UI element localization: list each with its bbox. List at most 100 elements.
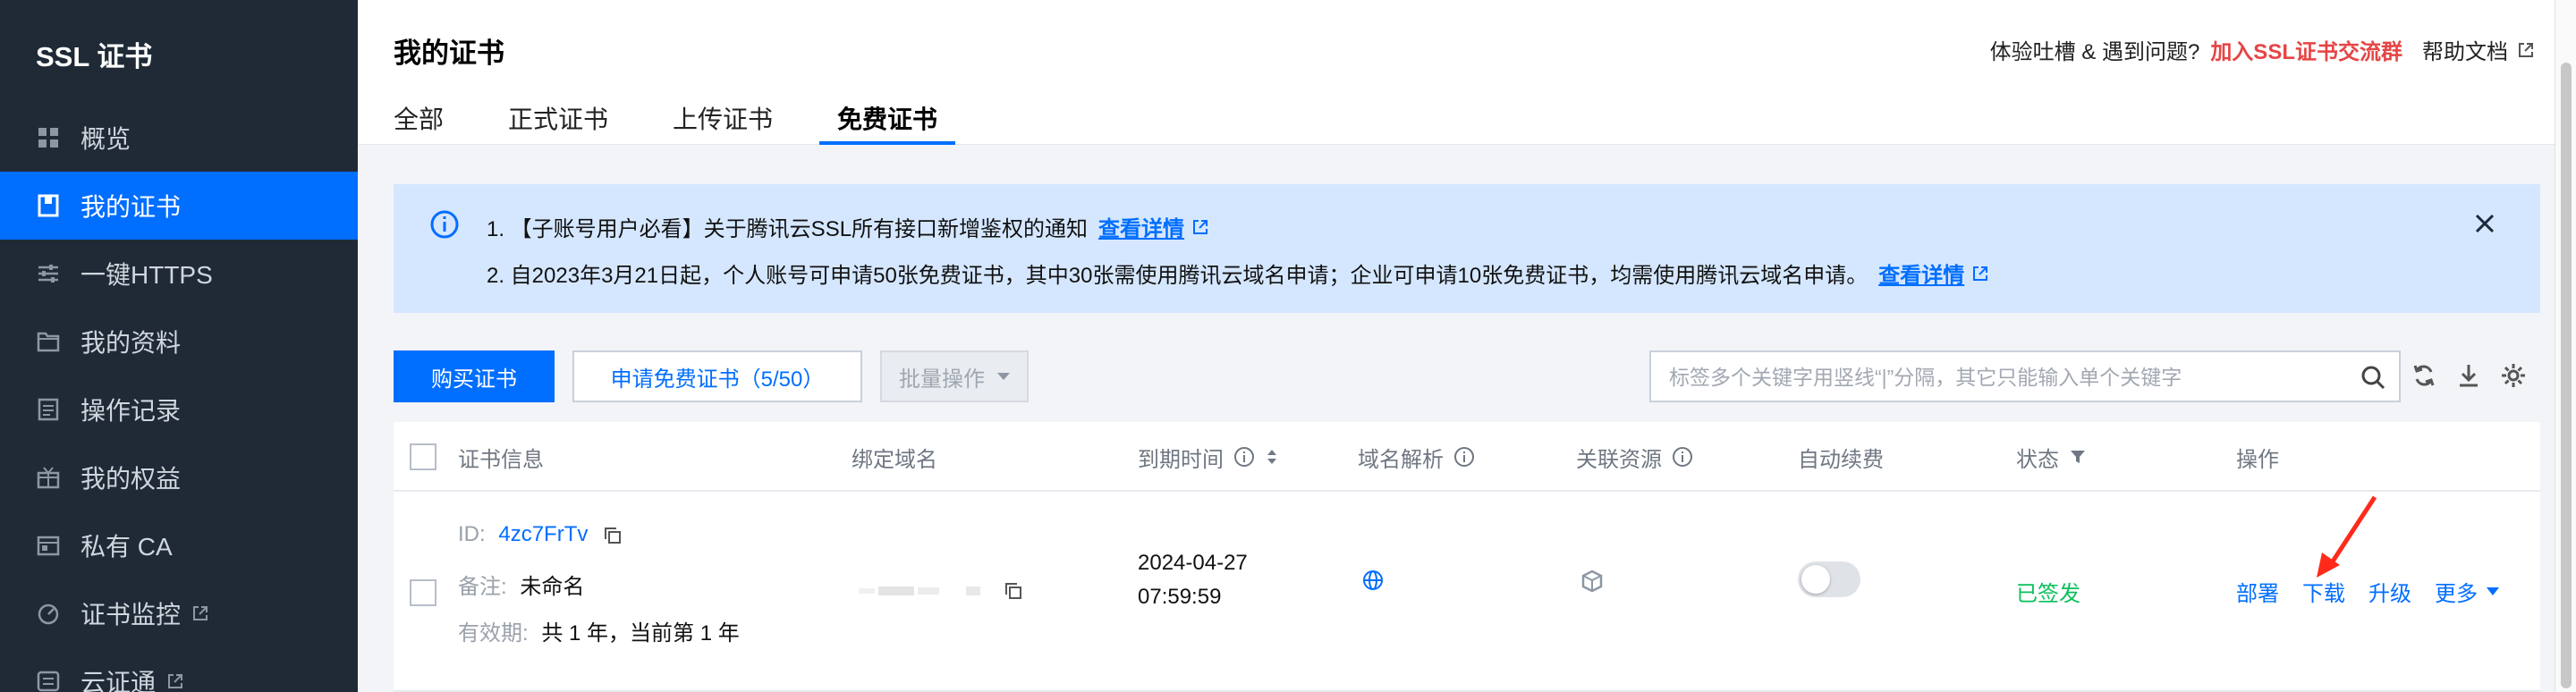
- notice-detail-link-1[interactable]: 查看详情: [1098, 211, 1209, 242]
- sidebar-item-label: 我的证书: [80, 193, 182, 221]
- refresh-icon[interactable]: [2410, 361, 2438, 390]
- notice-line-1: 1. 【子账号用户必看】关于腾讯云SSL所有接口新增鉴权的通知 查看详情: [487, 211, 1209, 242]
- expire-date: 2024-04-27: [1138, 551, 1248, 575]
- sidebar-item-certificate-monitor[interactable]: 证书监控: [0, 579, 358, 647]
- expire-time: 07:59:59: [1138, 585, 1222, 609]
- chevron-down-icon: [997, 373, 1010, 380]
- info-icon: [430, 210, 459, 239]
- sidebar-item-one-click-https[interactable]: 一键HTTPS: [0, 240, 358, 308]
- cert-validity-value: 共 1 年，当前第 1 年: [541, 621, 740, 646]
- sidebar-item-label: 私有 CA: [80, 533, 173, 561]
- sidebar-item-my-certificates[interactable]: 我的证书: [0, 172, 358, 240]
- column-header-auto-renew: 自动续费: [1798, 447, 1884, 472]
- notice-banner: 1. 【子账号用户必看】关于腾讯云SSL所有接口新增鉴权的通知 查看详情 2. …: [394, 184, 2540, 313]
- help-circle-icon[interactable]: [1233, 445, 1256, 468]
- dashboard-icon: [36, 125, 61, 150]
- sidebar-item-my-materials[interactable]: 我的资料: [0, 308, 358, 376]
- notice-line-2: 2. 自2023年3月21日起，个人账号可申请50张免费证书，其中30张需使用腾…: [487, 257, 1989, 289]
- column-header-status[interactable]: 状态: [2016, 422, 2088, 492]
- download-icon[interactable]: [2454, 361, 2483, 390]
- page-header: 我的证书 全部 正式证书 上传证书 免费证书 体验吐槽 & 遇到问题? 加入SS…: [358, 0, 2555, 145]
- column-header-related-resources: 关联资源: [1576, 422, 1694, 492]
- join-group-link[interactable]: 加入SSL证书交流群: [2210, 34, 2402, 65]
- tab-free[interactable]: 免费证书: [819, 100, 956, 145]
- external-link-icon: [168, 674, 183, 688]
- ca-icon: [36, 533, 61, 558]
- search-icon[interactable]: [2360, 364, 2386, 391]
- record-icon: [36, 397, 61, 422]
- search-input[interactable]: [1669, 363, 2349, 392]
- redacted-domain: [859, 587, 980, 595]
- deploy-link[interactable]: 部署: [2236, 576, 2279, 607]
- sidebar-item-overview[interactable]: 概览: [0, 104, 358, 172]
- sidebar-item-label: 我的资料: [80, 329, 182, 357]
- tab-official[interactable]: 正式证书: [508, 100, 608, 145]
- cloud-cert-icon: [36, 669, 61, 692]
- sidebar-item-label: 一键HTTPS: [80, 261, 213, 289]
- sort-icon[interactable]: [1265, 447, 1279, 467]
- external-link-icon: [2519, 42, 2533, 57]
- globe-icon[interactable]: [1361, 569, 1385, 592]
- table-row: ID: 4zc7FrTv 备注: 未命名 有效期: 共 1 年，当前第 1 年 …: [394, 494, 2540, 692]
- close-icon[interactable]: [2472, 211, 2497, 236]
- column-header-expire-time[interactable]: 到期时间: [1138, 422, 1279, 492]
- cert-id: ID: 4zc7FrTv: [458, 522, 623, 547]
- notice-text-1: 1. 【子账号用户必看】关于腾讯云SSL所有接口新增鉴权的通知: [487, 217, 1089, 241]
- cert-remark: 备注: 未命名: [458, 575, 585, 599]
- notice-text-2: 2. 自2023年3月21日起，个人账号可申请50张免费证书，其中30张需使用腾…: [487, 264, 1868, 288]
- help-circle-icon[interactable]: [1671, 445, 1694, 468]
- copy-icon[interactable]: [603, 526, 623, 545]
- select-all-checkbox[interactable]: [410, 443, 436, 470]
- certificate-icon: [36, 193, 61, 218]
- sidebar-item-label: 概览: [80, 125, 131, 153]
- annotation-arrow: [2317, 495, 2377, 578]
- sidebar-item-label: 操作记录: [80, 397, 182, 425]
- table-header: 证书信息 绑定域名 到期时间 域名解析 关联资源 自动续费 状态 操作: [394, 422, 2540, 492]
- folder-icon: [36, 329, 61, 354]
- sliders-icon: [36, 261, 61, 286]
- sidebar-item-label: 证书监控: [80, 601, 182, 629]
- help-circle-icon[interactable]: [1453, 445, 1476, 468]
- batch-operation-dropdown[interactable]: 批量操作: [880, 350, 1029, 402]
- toggle-knob: [1801, 565, 1830, 594]
- column-header-dns: 域名解析: [1358, 422, 1476, 492]
- more-dropdown[interactable]: 更多: [2435, 576, 2478, 607]
- external-link-icon: [193, 606, 208, 620]
- sidebar-item-operation-records[interactable]: 操作记录: [0, 376, 358, 443]
- scrollbar[interactable]: [2555, 0, 2576, 692]
- help-doc-link[interactable]: 帮助文档: [2422, 34, 2508, 65]
- cert-validity: 有效期: 共 1 年，当前第 1 年: [458, 621, 740, 646]
- page-title: 我的证书: [394, 38, 504, 69]
- certificate-table: 证书信息 绑定域名 到期时间 域名解析 关联资源 自动续费 状态 操作 ID: …: [394, 422, 2540, 692]
- column-header-actions: 操作: [2236, 447, 2279, 472]
- external-link-icon: [1193, 219, 1208, 234]
- filter-icon[interactable]: [2068, 447, 2088, 467]
- scrollbar-thumb[interactable]: [2561, 63, 2572, 688]
- feedback-link[interactable]: 体验吐槽 & 遇到问题?: [1990, 34, 2200, 65]
- sidebar-title: SSL 证书: [36, 41, 153, 72]
- cert-id-link[interactable]: 4zc7FrTv: [498, 522, 588, 546]
- search-box: [1649, 350, 2401, 402]
- gift-icon: [36, 465, 61, 490]
- auto-renew-toggle[interactable]: [1798, 561, 1860, 597]
- header-links: 体验吐槽 & 遇到问题? 加入SSL证书交流群 帮助文档: [1990, 34, 2535, 65]
- monitor-icon: [36, 601, 61, 626]
- cube-icon[interactable]: [1580, 569, 1605, 594]
- sidebar-item-my-benefits[interactable]: 我的权益: [0, 443, 358, 511]
- gear-icon[interactable]: [2499, 361, 2528, 390]
- batch-operation-label: 批量操作: [899, 367, 985, 392]
- buy-certificate-button[interactable]: 购买证书: [394, 350, 555, 402]
- sidebar-item-label: 我的权益: [80, 465, 182, 493]
- sidebar-item-private-ca[interactable]: 私有 CA: [0, 511, 358, 579]
- copy-icon[interactable]: [1004, 581, 1023, 601]
- apply-free-certificate-button[interactable]: 申请免费证书（5/50）: [572, 350, 862, 402]
- row-checkbox[interactable]: [410, 579, 436, 606]
- tab-all[interactable]: 全部: [394, 100, 444, 145]
- column-header-cert-info: 证书信息: [458, 447, 544, 472]
- status-badge: 已签发: [2016, 582, 2080, 606]
- sidebar-item-cloud-cert[interactable]: 云证通: [0, 647, 358, 692]
- tab-uploaded[interactable]: 上传证书: [673, 100, 773, 145]
- chevron-down-icon: [2487, 587, 2499, 595]
- cert-remark-value: 未命名: [520, 575, 585, 599]
- notice-detail-link-2[interactable]: 查看详情: [1878, 257, 1989, 289]
